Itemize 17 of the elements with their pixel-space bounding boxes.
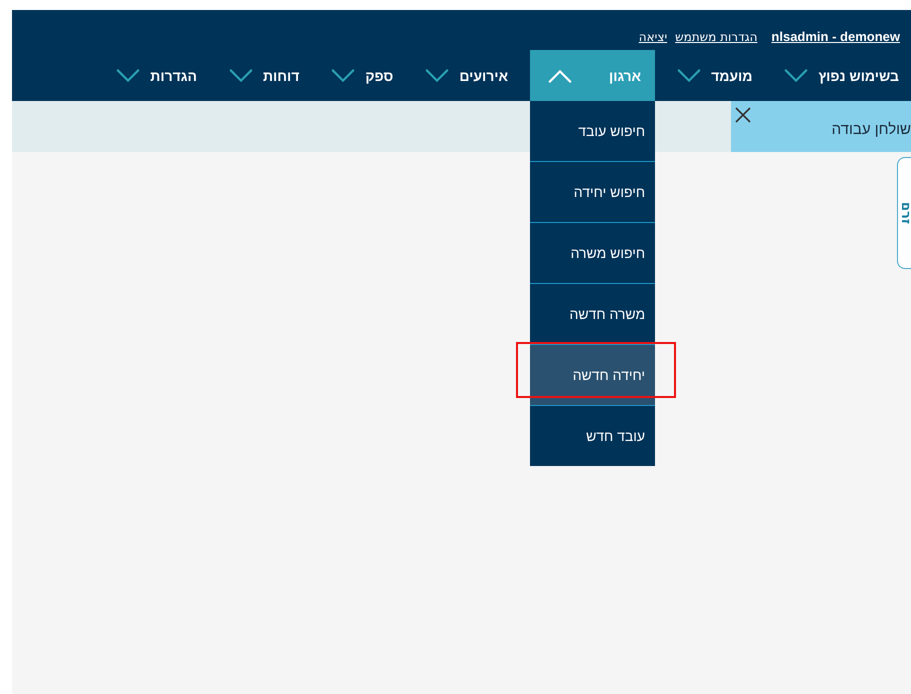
workspace-tab[interactable]: שולחן עבודה bbox=[731, 101, 911, 152]
header-link[interactable]: יציאה bbox=[638, 30, 668, 44]
nav-menu-item[interactable]: הגדרות bbox=[106, 50, 207, 101]
nav-menu-item[interactable]: ספק bbox=[321, 50, 404, 101]
nav-menu-item[interactable]: בשימוש נפוץ bbox=[774, 50, 909, 101]
dropdown-item[interactable]: חיפוש יחידה bbox=[530, 162, 656, 223]
user-name: nlsadmin - demonew bbox=[771, 29, 900, 44]
header-link[interactable]: הגדרות משתמש bbox=[675, 30, 758, 44]
close-icon[interactable] bbox=[735, 107, 751, 123]
nav-menu-item[interactable]: אירועים bbox=[415, 50, 518, 101]
dropdown-item[interactable]: חיפוש משרה bbox=[530, 223, 656, 284]
dropdown-item[interactable]: עובד חדש bbox=[530, 406, 656, 466]
dropdown-item[interactable]: יחידה חדשה bbox=[530, 345, 656, 406]
nav-menu-item[interactable]: דוחות bbox=[218, 50, 310, 101]
nav-menu-item[interactable]: מועמד bbox=[667, 50, 762, 101]
tab-label: שולחן עבודה bbox=[832, 120, 911, 138]
side-panel-tab[interactable]: זרם bbox=[897, 157, 911, 269]
